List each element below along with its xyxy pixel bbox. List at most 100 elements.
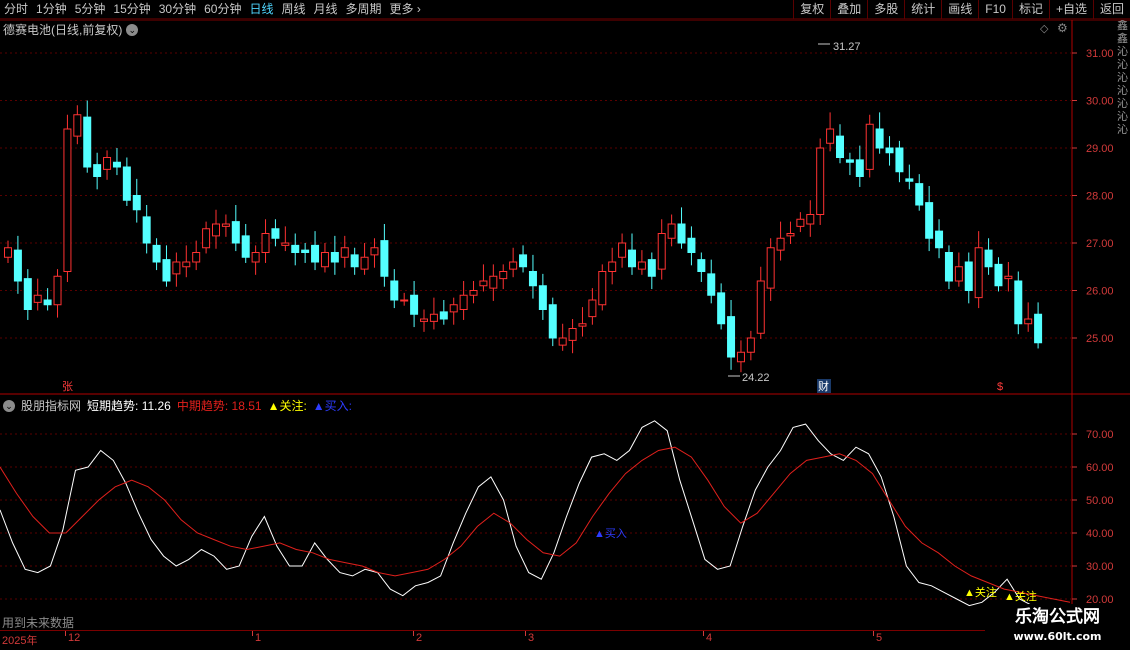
title-dropdown-icon[interactable]: ⌄	[126, 23, 139, 36]
candle-down	[122, 166, 131, 201]
tool-button-5[interactable]: F10	[978, 0, 1012, 19]
mid-trend-value: 18.51	[231, 399, 262, 413]
indicator-tick-label: 60.00	[1086, 462, 1114, 474]
candle-down	[380, 240, 389, 277]
candle-up	[340, 247, 349, 258]
candle-up	[588, 299, 597, 318]
candle-down	[301, 249, 310, 253]
tool-button-3[interactable]: 统计	[904, 0, 941, 19]
candle-up	[766, 247, 775, 289]
high-price-label: 31.27	[833, 41, 861, 53]
month-tick	[873, 631, 874, 636]
candle-down	[43, 299, 52, 306]
candle-down	[350, 254, 359, 268]
candle-down	[717, 292, 726, 325]
toolbar-tools: 复权 叠加 多股 统计 画线 F10 标记 +自选 返回	[793, 0, 1130, 19]
period-tab-3[interactable]: 15分钟	[109, 0, 154, 19]
tool-button-4[interactable]: 画线	[941, 0, 978, 19]
right-side-strip: 鑫鑫沁沁沁沁沁沁沁	[1117, 20, 1128, 136]
candle-up	[429, 313, 438, 322]
candle-up	[1024, 318, 1033, 325]
tool-button-8[interactable]: 返回	[1092, 0, 1130, 19]
candle-down	[241, 235, 250, 258]
period-tab-10[interactable]: 更多 ›	[386, 0, 425, 19]
candle-up	[320, 252, 329, 268]
candle-up	[192, 252, 201, 263]
month-label: 3	[528, 632, 535, 644]
candle-up	[53, 275, 62, 306]
candle-down	[152, 244, 161, 263]
period-tab-7[interactable]: 周线	[277, 0, 309, 19]
candle-up	[459, 294, 468, 310]
candle-down	[677, 223, 686, 244]
chart-canvas[interactable]: 31.00 30.00 29.00 28.00 27.00 26.00 25.00 70.0…	[0, 0, 1130, 650]
candle-down	[628, 249, 636, 268]
candle-down	[112, 161, 121, 168]
period-tab-1[interactable]: 1分钟	[32, 0, 71, 19]
candle-down	[855, 159, 864, 177]
watermark-title: 乐淘公式网	[1015, 607, 1100, 627]
period-tab-9[interactable]: 多周期	[342, 0, 386, 19]
candle-down	[330, 252, 339, 263]
mid-trend-name: 中期趋势:	[176, 399, 229, 413]
period-tab-4[interactable]: 30分钟	[155, 0, 200, 19]
candle-down	[984, 249, 993, 268]
month-label: 4	[706, 632, 713, 644]
candle-up	[954, 266, 963, 282]
month-tick	[65, 631, 66, 636]
period-tab-5[interactable]: 60分钟	[200, 0, 245, 19]
diamond-icon[interactable]: ◇	[1040, 22, 1048, 35]
candle-up	[736, 351, 745, 363]
candle-up	[449, 304, 458, 313]
stock-title[interactable]: 德赛电池(日线,前复权) ⌄	[3, 21, 139, 38]
tool-button-0[interactable]: 复权	[793, 0, 830, 19]
candle-down	[885, 147, 894, 154]
watch-signal: ▲关注	[964, 585, 997, 599]
candle-up	[509, 261, 518, 270]
price-tick-label: 28.00	[1086, 191, 1114, 203]
candle-up	[578, 323, 587, 327]
indicator-dropdown-icon[interactable]: ⌄	[3, 399, 15, 412]
period-tab-8[interactable]: 月线	[310, 0, 342, 19]
candle-down	[935, 230, 944, 249]
period-tab-2[interactable]: 5分钟	[71, 0, 110, 19]
candle-up	[103, 157, 112, 170]
candle-up	[746, 337, 755, 353]
tool-button-6[interactable]: 标记	[1011, 0, 1049, 19]
candle-down	[727, 316, 736, 358]
candle-up	[608, 261, 617, 272]
candle-down	[697, 259, 706, 272]
mid-trend-label: 中期趋势: 18.51	[177, 397, 262, 414]
candle-up	[558, 337, 567, 346]
candle-down	[390, 280, 399, 301]
candle-up	[63, 128, 72, 272]
candle-up	[479, 280, 488, 287]
candle-down	[538, 285, 547, 310]
tool-button-2[interactable]: 多股	[867, 0, 904, 19]
indicator-name[interactable]: 股朋指标网	[21, 397, 81, 414]
candle-up	[786, 233, 795, 237]
tool-button-7[interactable]: +自选	[1048, 0, 1093, 19]
short-trend-line	[0, 420, 1071, 630]
candle-down	[836, 135, 844, 158]
candle-up	[598, 271, 607, 306]
tool-button-1[interactable]: 叠加	[830, 0, 867, 19]
candle-up	[489, 275, 498, 289]
candle-down	[132, 195, 141, 211]
candle-down	[231, 221, 240, 244]
candle-down	[647, 259, 656, 277]
candle-down	[410, 294, 419, 315]
candle-up	[172, 261, 181, 275]
month-label: 1	[255, 632, 262, 644]
time-axis: 2025年 12 1 2 3 4 5	[0, 630, 1130, 650]
low-price-label: 24.22	[742, 372, 770, 384]
period-tab-6[interactable]: 日线	[245, 0, 277, 19]
candle-down	[895, 147, 904, 173]
candle-up	[618, 242, 627, 258]
candle-down	[519, 254, 528, 268]
period-tab-0[interactable]: 分时	[0, 0, 32, 19]
marker-cai: 财	[818, 379, 829, 393]
candle-down	[311, 244, 320, 263]
gear-icon[interactable]: ⚙	[1057, 21, 1068, 35]
candle-down	[1014, 280, 1023, 325]
